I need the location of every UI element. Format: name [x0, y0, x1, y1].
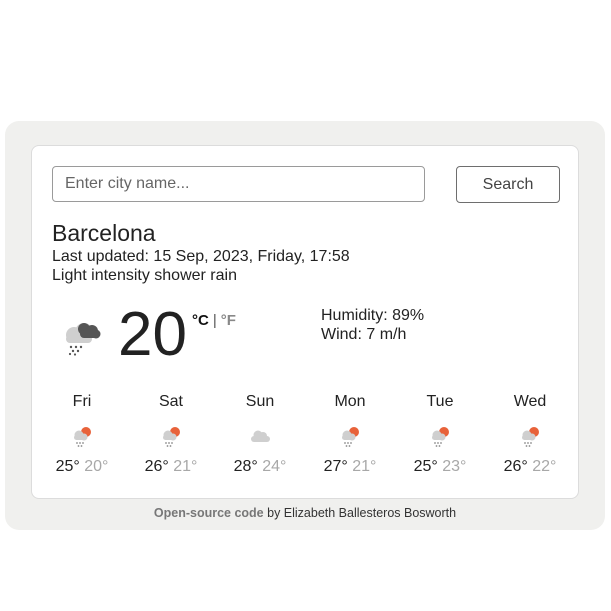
sun-cloud-rain-icon: [522, 427, 539, 447]
forecast-min-temp: 21°: [352, 458, 377, 475]
weather-description: Light intensity shower rain: [52, 267, 237, 284]
forecast-day-name: Sun: [245, 393, 275, 410]
cloud-icon: [251, 430, 270, 442]
weather-card: Search Barcelona Last updated: 15 Sep, 2…: [31, 145, 579, 499]
forecast-temps: 25° 23°: [395, 458, 485, 476]
forecast-max-temp: 25°: [413, 458, 438, 475]
forecast-day: Sat 26° 21°: [126, 392, 216, 476]
forecast-row: Fri 25° 20° Sat 26° 21° Sun 28° 24° Mon …: [32, 392, 580, 482]
city-search-input[interactable]: [52, 166, 425, 202]
current-temperature: 20: [118, 300, 187, 369]
forecast-day-name: Fri: [72, 393, 92, 410]
forecast-max-temp: 26°: [503, 458, 528, 475]
forecast-temps: 26° 21°: [126, 458, 216, 476]
forecast-temps: 27° 21°: [305, 458, 395, 476]
search-button[interactable]: Search: [456, 166, 560, 203]
forecast-day: Sun 28° 24°: [215, 392, 305, 476]
sun-cloud-rain-icon: [342, 427, 359, 447]
unit-separator: |: [212, 312, 217, 329]
sun-cloud-rain-icon: [163, 427, 180, 447]
forecast-day-name: Mon: [334, 393, 366, 410]
city-name: Barcelona: [52, 220, 156, 246]
wind-speed: Wind: 7 m/h: [321, 326, 407, 343]
forecast-day: Tue 25° 23°: [395, 392, 485, 476]
forecast-max-temp: 28°: [233, 458, 258, 475]
forecast-day: Wed 26° 22°: [485, 392, 575, 476]
forecast-day: Fri 25° 20°: [37, 392, 127, 476]
forecast-day: Mon 27° 21°: [305, 392, 395, 476]
forecast-max-temp: 26°: [144, 458, 169, 475]
unit-toggle: °C | °F: [192, 312, 236, 329]
forecast-min-temp: 24°: [262, 458, 287, 475]
forecast-min-temp: 21°: [173, 458, 198, 475]
app-container: Search Barcelona Last updated: 15 Sep, 2…: [5, 121, 605, 530]
storm-cloud-rain-icon: [66, 323, 101, 356]
footer-author: by Elizabeth Ballesteros Bosworth: [263, 506, 457, 520]
sun-cloud-rain-icon: [74, 427, 91, 447]
forecast-min-temp: 23°: [442, 458, 467, 475]
forecast-min-temp: 22°: [532, 458, 557, 475]
forecast-day-name: Tue: [426, 393, 454, 410]
forecast-day-name: Wed: [513, 393, 547, 410]
forecast-temps: 26° 22°: [485, 458, 575, 476]
humidity: Humidity: 89%: [321, 307, 425, 324]
last-updated: Last updated: 15 Sep, 2023, Friday, 17:5…: [52, 248, 350, 265]
forecast-day-name: Sat: [158, 393, 183, 410]
forecast-max-temp: 27°: [323, 458, 348, 475]
forecast-temps: 25° 20°: [37, 458, 127, 476]
forecast-min-temp: 20°: [84, 458, 109, 475]
forecast-temps: 28° 24°: [215, 458, 305, 476]
fahrenheit-toggle[interactable]: °F: [221, 312, 236, 329]
forecast-max-temp: 25°: [55, 458, 80, 475]
celsius-toggle[interactable]: °C: [192, 312, 209, 329]
footer: Open-source code by Elizabeth Ballestero…: [5, 506, 605, 520]
sun-cloud-rain-icon: [432, 427, 449, 447]
source-code-link[interactable]: Open-source code: [154, 506, 264, 520]
